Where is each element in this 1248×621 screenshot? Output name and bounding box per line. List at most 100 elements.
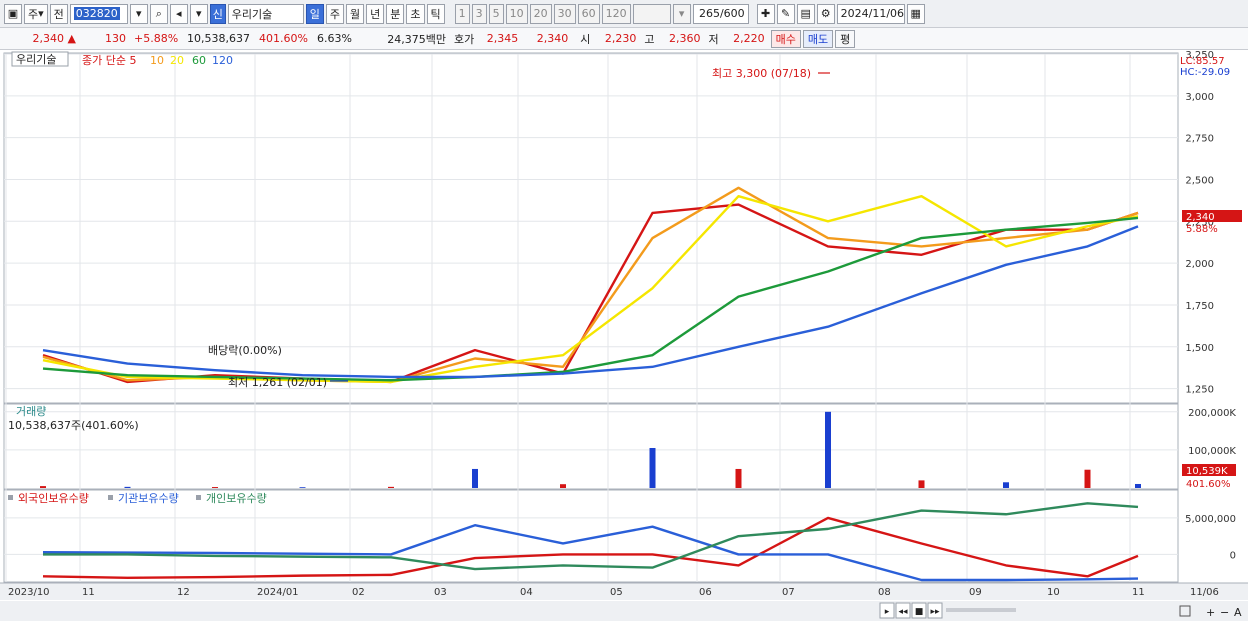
- volume-bar: [918, 480, 925, 488]
- calendar-icon[interactable]: ▦: [906, 3, 925, 24]
- holding-legend-0: 외국인보유수량: [18, 492, 89, 505]
- interval-5[interactable]: 5: [488, 3, 504, 24]
- high-price: 2,360: [669, 32, 701, 45]
- speaker-dropdown-icon[interactable]: ▾: [189, 3, 208, 24]
- type-select[interactable]: 주 ▾: [24, 3, 48, 24]
- interval-120[interactable]: 120: [601, 3, 631, 24]
- stock-code-value: 032820: [73, 7, 120, 20]
- holding-tick-label: 5,000,000: [1185, 514, 1236, 525]
- x-tick-label: 07: [782, 587, 795, 598]
- current-price: 2,340 ▲: [32, 32, 76, 45]
- scroll-track: [946, 608, 1016, 612]
- x-tick-label: 2023/10: [8, 587, 50, 598]
- sell-button[interactable]: 매도: [802, 29, 834, 48]
- volume-tick-label: 100,000K: [1188, 446, 1236, 457]
- price-tick-label: 1,500: [1185, 343, 1214, 354]
- high-label: 고: [644, 32, 655, 46]
- gear-icon[interactable]: ⚙: [816, 3, 835, 24]
- holding-legend-marker: [196, 495, 201, 500]
- holding-tick-label: 0: [1230, 550, 1236, 561]
- volume-bar: [1084, 469, 1091, 488]
- stock-name-field[interactable]: 우리기술: [227, 3, 304, 24]
- ma-legend-60: 60: [192, 54, 206, 67]
- interval-30[interactable]: 30: [553, 3, 576, 24]
- volume-bar: [825, 411, 831, 488]
- trade-amount: 24,375백만: [387, 32, 446, 46]
- nav-button-glyph: ■: [915, 607, 924, 617]
- high-annotation: 최고 3,300 (07/18): [712, 67, 811, 80]
- holding-legend-marker: [108, 495, 113, 500]
- period-tick[interactable]: 틱: [426, 3, 445, 24]
- x-tick-label: 02: [352, 587, 365, 598]
- nav-button-glyph: ▸▸: [930, 607, 940, 617]
- x-tick-label: 09: [969, 587, 982, 598]
- bottom-toolbar: [0, 601, 1248, 621]
- stock-code-input[interactable]: 032820: [69, 3, 128, 24]
- x-tick-label: 08: [878, 587, 891, 598]
- period-day[interactable]: 일: [305, 3, 324, 24]
- holding-legend-marker: [8, 495, 13, 500]
- x-tick-label: 11: [1132, 587, 1145, 598]
- period-year[interactable]: 년: [366, 3, 385, 24]
- volume-bar: [735, 468, 742, 488]
- interval-10[interactable]: 10: [505, 3, 528, 24]
- volume-last-label: 10,539K: [1186, 466, 1228, 477]
- volume-value: 10,538,637: [187, 32, 250, 45]
- volume-bar: [649, 448, 656, 488]
- new-badge: 신: [209, 3, 226, 24]
- volume-bar: [124, 486, 131, 488]
- nav-button-glyph: ▸: [885, 607, 890, 617]
- count-input[interactable]: 265/600: [692, 3, 749, 24]
- period-minute[interactable]: 분: [386, 3, 405, 24]
- period-week[interactable]: 주: [325, 3, 345, 24]
- price-tick-label: 2,750: [1185, 134, 1214, 145]
- interval-60[interactable]: 60: [577, 3, 600, 24]
- bid-price: 2,340: [536, 32, 569, 45]
- chart-menu-icon[interactable]: ▣: [4, 3, 22, 24]
- period-month[interactable]: 월: [346, 3, 365, 24]
- x-tick-label: 11: [82, 587, 95, 598]
- buy-button[interactable]: 매수: [770, 29, 801, 48]
- last-price-label: 2,340: [1186, 212, 1215, 223]
- interval-3[interactable]: 3: [471, 3, 487, 24]
- interval-1[interactable]: 1: [454, 3, 470, 24]
- volume-tick-label: 200,000K: [1188, 408, 1236, 419]
- volume-bar: [212, 487, 218, 488]
- holding-legend-2: 개인보유수량: [206, 492, 267, 505]
- hc-label: HC:-29.09: [1180, 67, 1230, 78]
- crosshair-icon[interactable]: ✚: [756, 3, 775, 24]
- interval-20[interactable]: 20: [529, 3, 552, 24]
- count-total: /600: [719, 7, 745, 20]
- price-tick-label: 1,250: [1185, 385, 1214, 396]
- bid-label: 호가: [454, 32, 475, 46]
- last-change-label: 5.88%: [1186, 224, 1218, 235]
- x-tick-label: 2024/01: [257, 587, 299, 598]
- interval-custom-input[interactable]: [632, 3, 671, 24]
- x-tick-label: 03: [434, 587, 447, 598]
- x-tick-label: 04: [520, 587, 533, 598]
- period-second[interactable]: 초: [406, 3, 425, 24]
- volume-title: 거래량: [16, 405, 46, 418]
- volume-bar: [388, 486, 394, 488]
- volume-bar: [1135, 483, 1141, 488]
- prev-button[interactable]: 전: [49, 3, 68, 24]
- holding-legend-1: 기관보유수량: [118, 492, 179, 505]
- turnover-rate: 6.63%: [317, 32, 352, 45]
- save-icon[interactable]: ▤: [796, 3, 815, 24]
- speaker-icon[interactable]: ◂: [169, 3, 188, 24]
- low-annotation: 최저 1,261 (02/01): [228, 376, 327, 389]
- zoom-control: +: [1206, 606, 1215, 619]
- draw-tool-icon[interactable]: ✎: [776, 3, 795, 24]
- x-tick-label: 11/06: [1190, 587, 1219, 598]
- zoom-control: A: [1234, 606, 1242, 619]
- ma-legend-20: 20: [170, 54, 184, 67]
- zoom-control: −: [1220, 606, 1229, 619]
- ma-legend-label: 종가 단순 5: [82, 54, 136, 67]
- date-input[interactable]: 2024/11/06: [836, 3, 905, 24]
- search-icon[interactable]: ⌕: [149, 3, 168, 24]
- chart-area[interactable]: 1,2501,5001,7502,0002,2502,5002,7503,000…: [0, 50, 1248, 621]
- eval-button[interactable]: 평: [835, 29, 856, 48]
- code-dropdown-icon[interactable]: ▾: [129, 3, 148, 24]
- volume-bar: [560, 484, 566, 488]
- interval-dropdown-icon[interactable]: ▾: [672, 3, 691, 24]
